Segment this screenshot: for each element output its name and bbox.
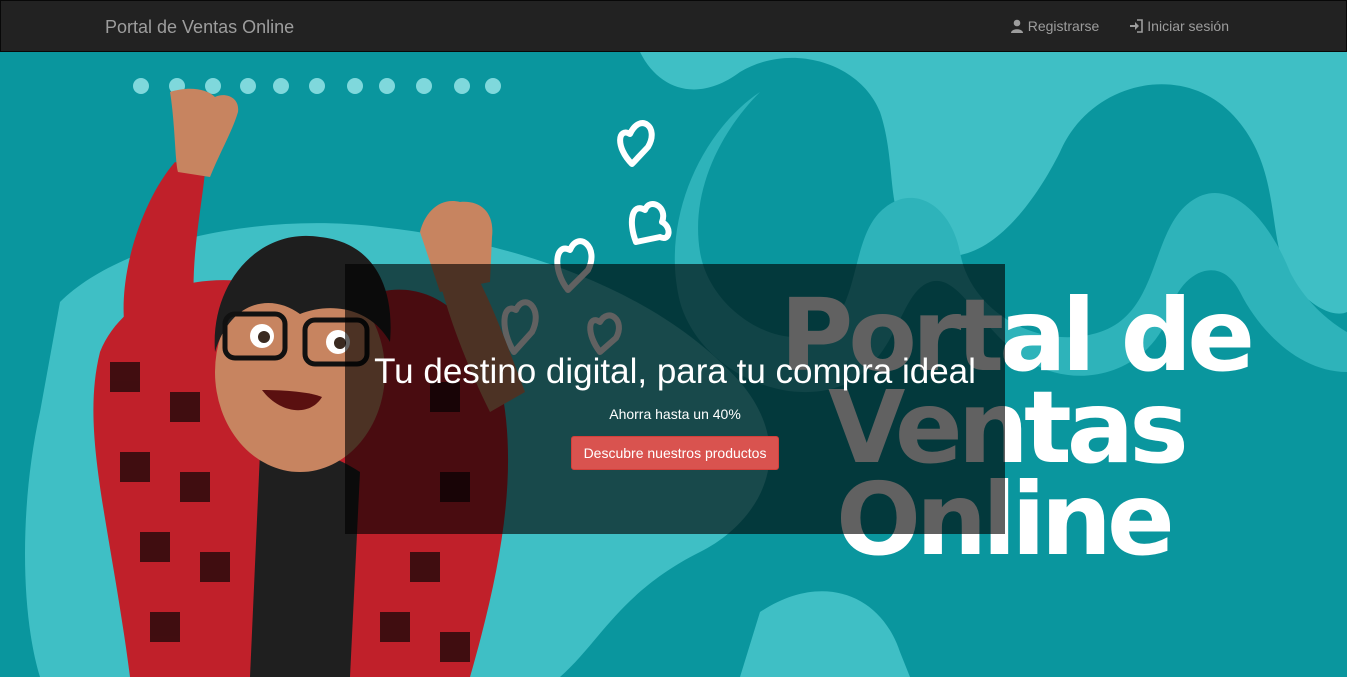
caption-subtitle: Ahorra hasta un 40% xyxy=(609,406,741,422)
carousel-caption: Tu destino digital, para tu compra ideal… xyxy=(345,264,1005,534)
brand-link[interactable]: Portal de Ventas Online xyxy=(105,17,294,38)
log-in-icon xyxy=(1130,19,1144,33)
user-icon xyxy=(1010,19,1023,33)
register-label: Registrarse xyxy=(1027,18,1100,34)
login-link[interactable]: Iniciar sesión xyxy=(1129,18,1229,34)
register-link[interactable]: Registrarse xyxy=(1010,18,1100,34)
login-label: Iniciar sesión xyxy=(1147,18,1229,34)
bottom-blob xyxy=(740,591,910,677)
hero-carousel: Portal de Ventas Online Tu destino digit… xyxy=(0,52,1347,677)
caption-title: Tu destino digital, para tu compra ideal xyxy=(374,352,976,391)
nav-right: Registrarse Iniciar sesión xyxy=(1010,18,1229,34)
discover-products-button[interactable]: Descubre nuestros productos xyxy=(570,436,780,470)
top-navbar: Portal de Ventas Online Registrarse Inic… xyxy=(0,0,1347,52)
